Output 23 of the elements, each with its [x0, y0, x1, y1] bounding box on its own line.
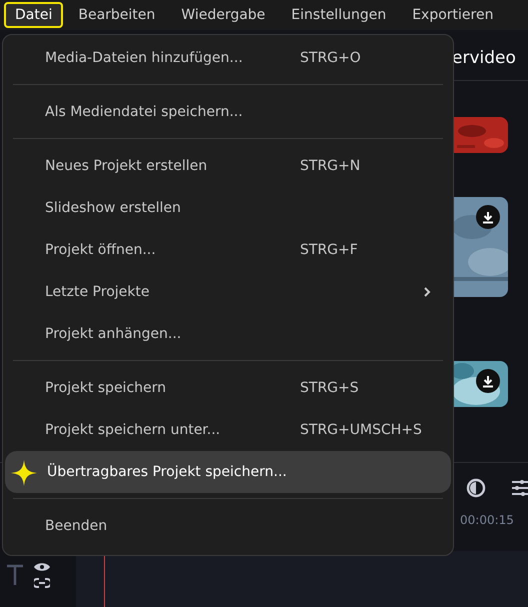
- eye-icon[interactable]: [34, 562, 50, 572]
- menu-title[interactable]: Exportieren: [401, 2, 504, 28]
- contrast-icon[interactable]: [466, 478, 486, 498]
- text-track-icon: [6, 564, 24, 586]
- menu-title[interactable]: Einstellungen: [280, 2, 398, 28]
- menu-item[interactable]: Projekt speichern STRG+S: [3, 367, 453, 409]
- menu-item[interactable]: Letzte Projekte: [3, 271, 453, 313]
- link-icon[interactable]: [34, 578, 50, 588]
- menu-item[interactable]: Übertragbares Projekt speichern...: [5, 451, 451, 493]
- menu-title[interactable]: Wiedergabe: [170, 2, 276, 28]
- menu-item[interactable]: Media-Dateien hinzufügen... STRG+O: [3, 37, 453, 79]
- menu-title[interactable]: Datei: [4, 2, 64, 28]
- menu-item[interactable]: Slideshow erstellen: [3, 187, 453, 229]
- menu-title[interactable]: Bearbeiten: [67, 2, 166, 28]
- menu-item[interactable]: Projekt öffnen... STRG+F: [3, 229, 453, 271]
- sliders-icon[interactable]: [512, 478, 528, 498]
- menu-item[interactable]: Beenden: [3, 505, 453, 547]
- menu-item[interactable]: Als Mediendatei speichern...: [3, 91, 453, 133]
- menu-item[interactable]: Projekt speichern unter... STRG+UMSCH+S: [3, 409, 453, 451]
- timestamp: 00:00:15: [460, 513, 515, 527]
- menu-item[interactable]: Projekt anhängen...: [3, 313, 453, 355]
- star-cursor-icon: [11, 460, 37, 486]
- menu-item[interactable]: Neues Projekt erstellen STRG+N: [3, 145, 453, 187]
